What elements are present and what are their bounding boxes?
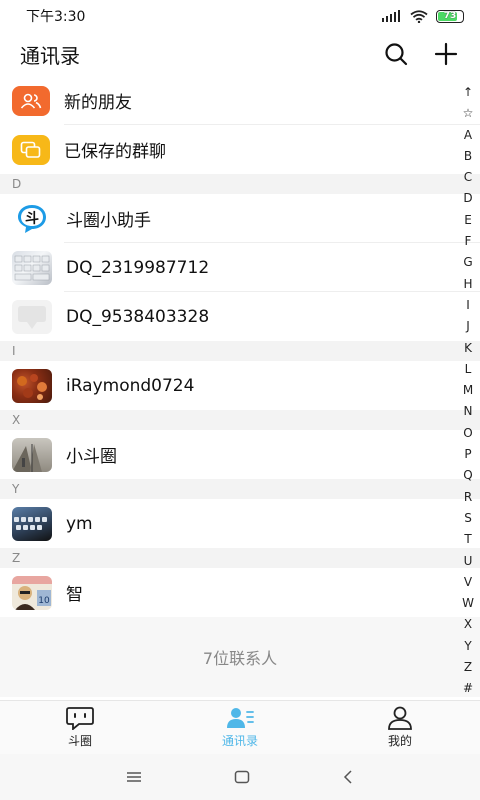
section-header-d: D: [0, 174, 480, 194]
index-letter[interactable]: Q: [463, 465, 472, 486]
tab-label: 通讯录: [221, 734, 258, 748]
contact-count: 7位联系人: [0, 617, 480, 697]
svg-text:10: 10: [38, 596, 50, 606]
index-letter[interactable]: N: [464, 401, 473, 422]
index-letter[interactable]: S: [464, 508, 472, 529]
plus-icon[interactable]: [434, 42, 458, 66]
avatar: [12, 250, 52, 285]
avatar: 10: [12, 575, 52, 610]
contact-row[interactable]: 10 智: [0, 568, 480, 617]
battery-text: 73: [443, 11, 457, 21]
wifi-icon: [410, 9, 428, 23]
contact-row[interactable]: ym: [0, 499, 480, 548]
tab-mine[interactable]: 我的: [320, 701, 480, 754]
avatar: [12, 437, 52, 472]
avatar: [12, 506, 52, 541]
contacts-icon: [227, 708, 254, 728]
index-letter[interactable]: W: [462, 593, 474, 614]
index-letter[interactable]: H: [463, 274, 472, 295]
contact-name: ym: [66, 513, 93, 534]
new-friends-row[interactable]: 新的朋友: [0, 76, 480, 125]
index-letter[interactable]: ☆: [463, 103, 474, 124]
section-header-y: Y: [0, 479, 480, 499]
new-friends-label: 新的朋友: [64, 93, 132, 113]
page-title: 通讯录: [20, 43, 80, 68]
index-letter[interactable]: T: [464, 529, 471, 550]
index-letter[interactable]: P: [464, 444, 471, 465]
index-letter[interactable]: ↑: [463, 82, 473, 103]
tab-douquan[interactable]: 斗圈: [0, 701, 160, 754]
signal-icon: [382, 10, 400, 22]
contact-name: DQ_2319987712: [66, 257, 210, 278]
back-icon[interactable]: [342, 770, 354, 784]
index-letter[interactable]: U: [464, 551, 473, 572]
index-letter[interactable]: K: [464, 338, 472, 359]
index-letter[interactable]: J: [466, 316, 470, 337]
tab-label: 我的: [387, 734, 412, 748]
index-letter[interactable]: B: [464, 146, 472, 167]
menu-icon[interactable]: [126, 771, 142, 783]
contact-row[interactable]: iRaymond0724: [0, 361, 480, 410]
index-letter[interactable]: F: [465, 231, 472, 252]
index-letter[interactable]: Z: [464, 657, 472, 678]
index-letter[interactable]: M: [463, 380, 473, 401]
contact-name: 小斗圈: [66, 447, 117, 467]
index-letter[interactable]: X: [464, 614, 472, 635]
index-letter[interactable]: E: [464, 210, 472, 231]
index-letter[interactable]: R: [464, 487, 472, 508]
status-icons: 73: [382, 9, 464, 23]
saved-groups-label: 已保存的群聊: [64, 142, 166, 162]
index-letter[interactable]: L: [465, 359, 472, 380]
status-time: 下午3:30: [26, 9, 86, 25]
battery-icon: 73: [436, 9, 464, 23]
section-header-z: Z: [0, 548, 480, 568]
contact-name: iRaymond0724: [66, 375, 195, 396]
contact-list: 新的朋友 已保存的群聊 D 斗 斗圈小助手 DQ_2319987712 DQ_9…: [0, 76, 480, 700]
contact-row[interactable]: 斗 斗圈小助手: [0, 194, 480, 243]
alphabet-index-bar[interactable]: ↑ ☆ A B C D E F G H I J K L M N O P Q R S T U V W X Y Z #: [460, 82, 476, 700]
new-friends-icon: [12, 85, 50, 116]
saved-groups-icon: [12, 134, 50, 165]
contact-row[interactable]: DQ_2319987712: [0, 243, 480, 292]
tab-label: 斗圈: [67, 734, 92, 748]
avatar: [12, 368, 52, 403]
svg-text:斗: 斗: [25, 211, 39, 227]
index-letter[interactable]: Y: [464, 636, 471, 657]
saved-groups-row[interactable]: 已保存的群聊: [0, 125, 480, 174]
index-letter[interactable]: D: [463, 188, 472, 209]
contact-row[interactable]: 小斗圈: [0, 430, 480, 479]
index-letter[interactable]: V: [464, 572, 472, 593]
chat-icon: [66, 707, 94, 730]
avatar: [12, 299, 52, 334]
search-icon[interactable]: [384, 42, 408, 66]
profile-icon: [388, 706, 412, 730]
section-header-x: X: [0, 410, 480, 430]
contact-name: 斗圈小助手: [66, 211, 151, 231]
system-nav-bar: [0, 754, 480, 800]
avatar: 斗: [12, 201, 52, 236]
contact-row[interactable]: DQ_9538403328: [0, 292, 480, 341]
index-letter[interactable]: A: [464, 125, 472, 146]
page-header: 通讯录: [0, 32, 480, 76]
index-letter[interactable]: I: [466, 295, 470, 316]
contact-name: 智: [66, 585, 83, 605]
contact-name: DQ_9538403328: [66, 306, 210, 327]
bottom-tab-bar: 斗圈 通讯录 我的: [0, 700, 480, 754]
section-header-i: I: [0, 341, 480, 361]
home-icon[interactable]: [234, 770, 250, 784]
index-letter[interactable]: O: [463, 423, 472, 444]
index-letter[interactable]: #: [463, 678, 473, 699]
index-letter[interactable]: G: [463, 252, 472, 273]
status-bar: 下午3:30 73: [0, 0, 480, 32]
tab-contacts[interactable]: 通讯录: [160, 701, 320, 754]
index-letter[interactable]: C: [464, 167, 472, 188]
